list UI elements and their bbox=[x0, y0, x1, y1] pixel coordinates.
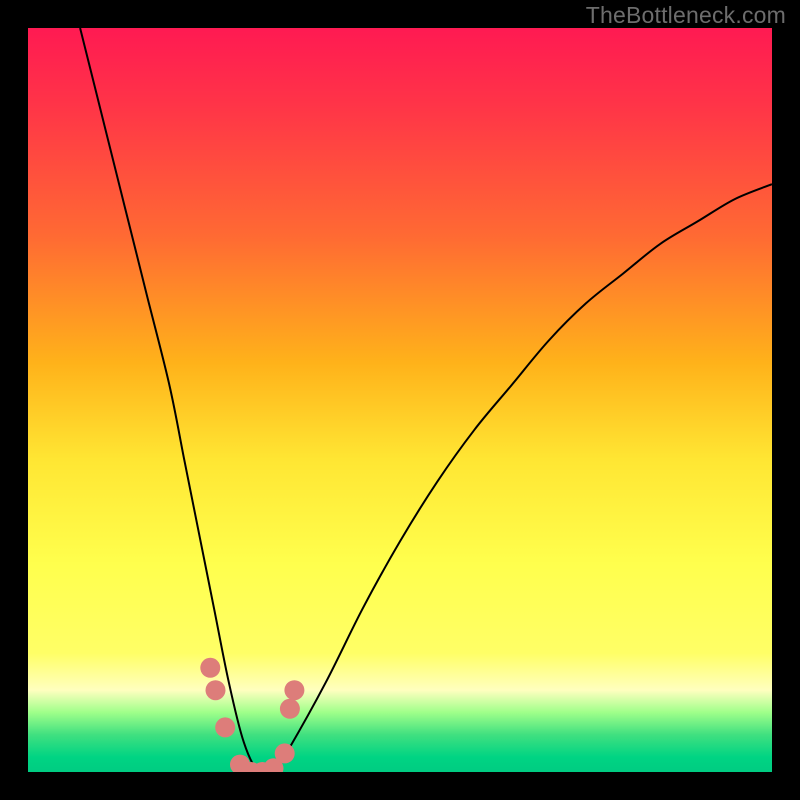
plot-area bbox=[28, 28, 772, 772]
pink-marker bbox=[200, 658, 220, 678]
pink-marker bbox=[215, 717, 235, 737]
pink-marker bbox=[284, 680, 304, 700]
pink-marker bbox=[280, 699, 300, 719]
curve-layer bbox=[28, 28, 772, 772]
pink-marker bbox=[206, 680, 226, 700]
pink-marker-group bbox=[200, 658, 304, 772]
bottleneck-curve bbox=[80, 28, 772, 772]
watermark-text: TheBottleneck.com bbox=[586, 2, 786, 29]
chart-frame: TheBottleneck.com bbox=[0, 0, 800, 800]
pink-marker bbox=[275, 743, 295, 763]
